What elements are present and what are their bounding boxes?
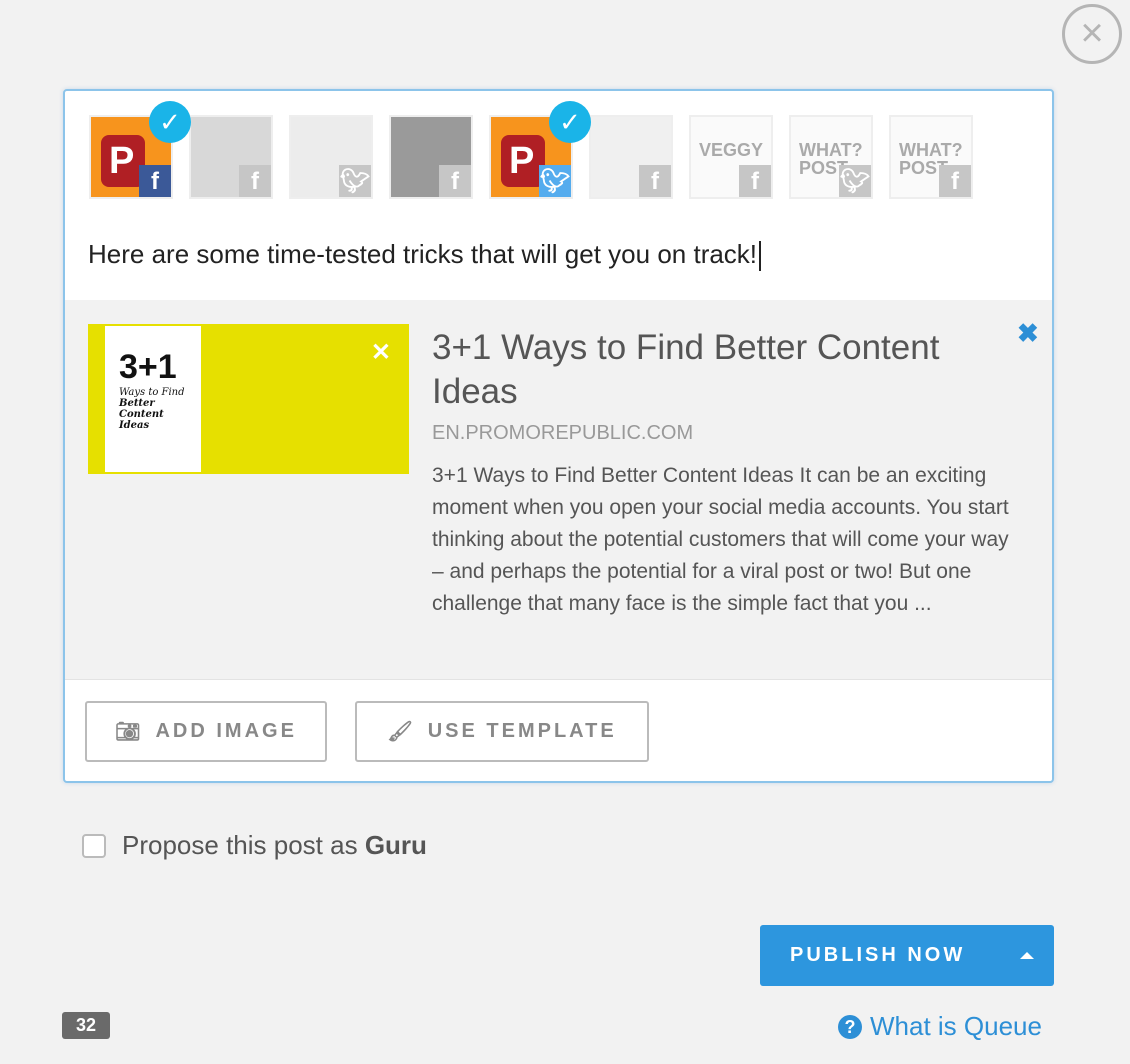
facebook-icon: f [939, 165, 971, 197]
publish-label: PUBLISH NOW [790, 944, 966, 966]
thumb-line: Ideas [119, 420, 150, 431]
thumb-line: Ways to Find [119, 387, 185, 398]
account-avatar[interactable]: 🐦︎ [289, 115, 373, 199]
add-image-label: ADD IMAGE [155, 720, 297, 742]
selected-check-icon: ✓ [149, 101, 191, 143]
text-cursor [759, 241, 762, 272]
facebook-icon: f [439, 165, 471, 197]
post-composer: Pf ✓ f 🐦︎ f P 🐦︎ ✓ f VEGGY f WHAT? POST 🐦︎ WHAT? POST… [63, 89, 1054, 783]
thumb-big: 3+1 [119, 348, 177, 386]
char-count-badge: 32 [62, 1012, 110, 1039]
guru-option[interactable]: Propose this post as Guru [82, 830, 427, 861]
account-avatar[interactable]: WHAT? POST f [889, 115, 973, 199]
thumb-line: Better [119, 398, 155, 409]
guru-checkbox[interactable] [82, 833, 106, 858]
what-is-queue-link[interactable]: ? What is Queue [838, 1011, 1042, 1042]
post-text: Here are some time-tested tricks that wi… [88, 239, 758, 269]
facebook-icon: f [739, 165, 771, 197]
use-template-button[interactable]: 🖌︎ USE TEMPLATE [355, 701, 649, 762]
avatar-logo-text: VEGGY [699, 140, 764, 160]
twitter-icon: 🐦︎ [839, 165, 871, 197]
account-avatar[interactable]: f [589, 115, 673, 199]
post-text-input[interactable]: Here are some time-tested tricks that wi… [88, 239, 762, 272]
use-template-label: USE TEMPLATE [427, 720, 617, 742]
facebook-icon: f [239, 165, 271, 197]
twitter-icon: 🐦︎ [539, 165, 571, 197]
facebook-icon: f [639, 165, 671, 197]
preview-description: 3+1 Ways to Find Better Content Ideas It… [432, 464, 1009, 615]
preview-title: 3+1 Ways to Find Better Content Ideas [432, 328, 940, 411]
caret-up-icon[interactable] [1020, 952, 1034, 959]
selected-check-icon: ✓ [549, 101, 591, 143]
preview-image: 3+1 Ways to Find Better Content Ideas ✕ [88, 324, 409, 474]
facebook-icon: f [139, 165, 171, 197]
close-button[interactable]: × [1062, 4, 1122, 64]
publish-now-button[interactable]: PUBLISH NOW [760, 925, 1054, 986]
account-avatar[interactable]: VEGGY f [689, 115, 773, 199]
account-avatar[interactable]: WHAT? POST 🐦︎ [789, 115, 873, 199]
thumb-line: Content [119, 409, 164, 420]
account-avatar[interactable]: f [389, 115, 473, 199]
guru-label: Propose this post as Guru [122, 830, 427, 860]
add-image-button[interactable]: 📷︎ ADD IMAGE [85, 701, 327, 762]
link-preview: 3+1 Ways to Find Better Content Ideas ✕ … [65, 300, 1052, 680]
question-icon: ? [838, 1014, 862, 1039]
remove-preview-icon[interactable]: ✖ [1017, 318, 1039, 349]
brush-icon: 🖌︎ [387, 721, 416, 743]
account-avatar[interactable]: f [189, 115, 273, 199]
camera-icon: 📷︎ [115, 721, 144, 743]
remove-image-icon[interactable]: ✕ [371, 338, 391, 367]
preview-image-text: 3+1 Ways to Find Better Content Ideas [105, 326, 201, 472]
queue-link-label: What is Queue [870, 1011, 1042, 1041]
preview-domain: EN.PROMOREPUBLIC.COM [432, 422, 694, 444]
twitter-icon: 🐦︎ [339, 165, 371, 197]
